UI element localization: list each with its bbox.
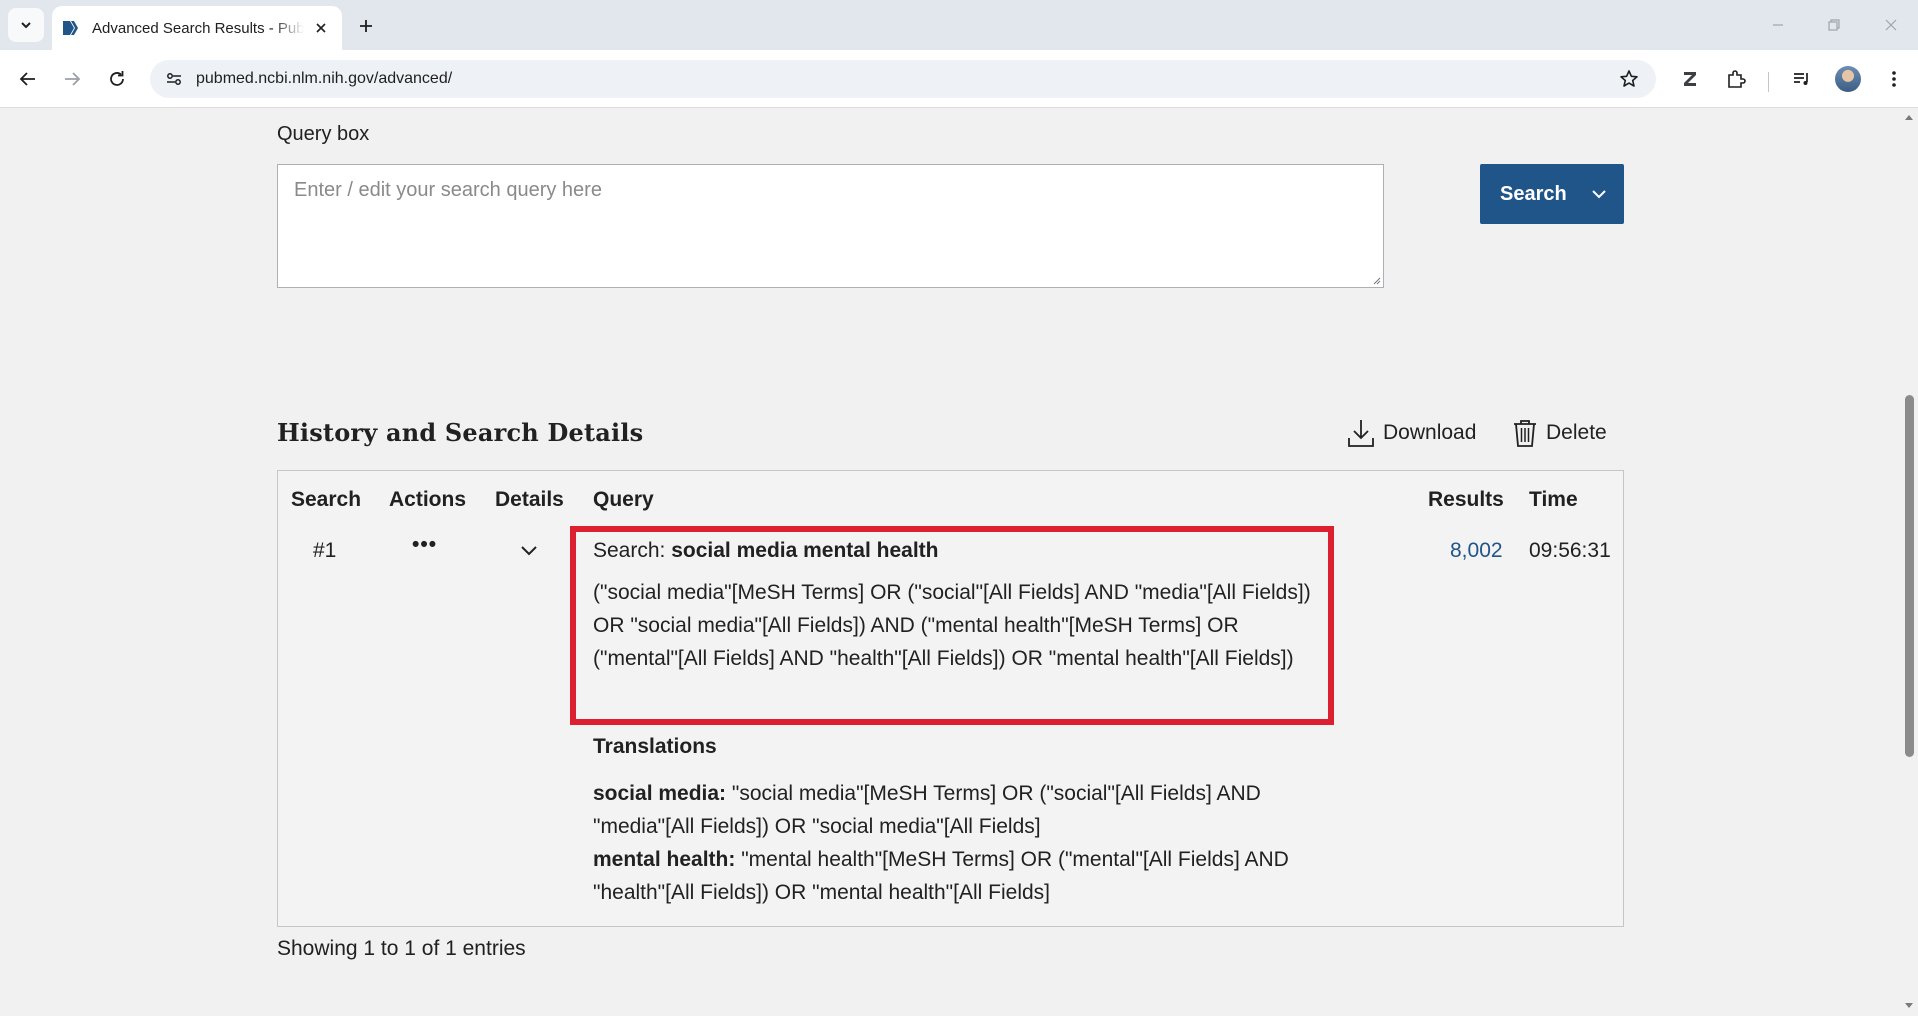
zotero-icon[interactable] [1675, 64, 1705, 94]
minimize-icon [1773, 24, 1783, 26]
search-button[interactable]: Search [1480, 164, 1624, 224]
scrollbar-thumb[interactable] [1905, 395, 1914, 757]
kebab-menu-icon[interactable] [1879, 64, 1909, 94]
column-header-time: Time [1529, 488, 1578, 511]
search-terms: social media mental health [671, 539, 939, 562]
browser-tab-active[interactable]: Advanced Search Results - PubMed [52, 6, 342, 50]
column-header-results: Results [1428, 488, 1504, 511]
minimize-button[interactable] [1758, 10, 1798, 40]
resize-handle-icon[interactable] [1371, 275, 1381, 285]
page-content: Query box Search History and Search Deta… [0, 109, 1900, 1016]
restore-button[interactable] [1814, 10, 1854, 40]
pubmed-favicon-icon [62, 19, 80, 37]
history-table: Search Actions Details Query Results Tim… [277, 470, 1624, 927]
forward-button[interactable] [56, 63, 88, 95]
download-label: Download [1383, 421, 1477, 444]
extensions-icon[interactable] [1721, 64, 1751, 94]
delete-label: Delete [1546, 421, 1607, 444]
query-box-input[interactable] [277, 164, 1384, 288]
translation-item: social media: "social media"[MeSH Terms]… [593, 777, 1313, 843]
translation-term: social media: [593, 782, 727, 805]
tab-title: Advanced Search Results - PubMed [92, 19, 304, 37]
toolbar-separator [1768, 72, 1769, 92]
column-header-search: Search [291, 488, 362, 511]
details-toggle[interactable] [520, 539, 538, 563]
query-string: ("social media"[MeSH Terms] OR ("social"… [593, 581, 1311, 670]
translation-item: mental health: "mental health"[MeSH Term… [593, 843, 1313, 909]
search-time: 09:56:31 [1529, 539, 1611, 562]
history-title: History and Search Details [277, 418, 644, 447]
restore-icon [1828, 19, 1840, 31]
star-icon[interactable] [1614, 64, 1644, 94]
column-header-details: Details [495, 488, 564, 511]
site-info-icon[interactable] [160, 65, 188, 93]
delete-button[interactable]: Delete [1512, 418, 1607, 448]
browser-tabstrip: Advanced Search Results - PubMed [0, 0, 1918, 50]
chevron-down-icon [21, 22, 31, 29]
close-icon [1885, 19, 1897, 31]
reload-button[interactable] [101, 63, 133, 95]
translation-term: mental health: [593, 848, 736, 871]
reload-icon [110, 71, 124, 86]
download-button[interactable]: Download [1347, 418, 1476, 448]
column-header-query: Query [593, 488, 654, 511]
search-prefix: Search: [593, 539, 672, 562]
profile-avatar[interactable] [1835, 66, 1861, 92]
close-icon[interactable] [310, 17, 332, 39]
scroll-down-icon[interactable] [1904, 1002, 1914, 1010]
address-bar[interactable]: pubmed.ncbi.nlm.nih.gov/advanced/ [150, 60, 1656, 98]
ellipsis-icon[interactable]: ••• [412, 533, 437, 557]
search-line: Search: social media mental health [593, 539, 938, 563]
back-arrow-icon [19, 72, 35, 86]
entries-count: Showing 1 to 1 of 1 entries [277, 937, 526, 960]
plus-icon [360, 20, 372, 32]
chevron-down-icon [521, 546, 537, 556]
search-button-label: Search [1500, 182, 1567, 205]
tab-search-button[interactable] [8, 8, 44, 42]
browser-toolbar: pubmed.ncbi.nlm.nih.gov/advanced/ [0, 50, 1918, 108]
new-tab-button[interactable] [352, 12, 380, 40]
query-box-label: Query box [277, 123, 370, 145]
download-icon [1348, 420, 1374, 447]
results-count-link[interactable]: 8,002 [1450, 539, 1503, 563]
chevron-down-icon[interactable] [1591, 189, 1607, 199]
column-header-actions: Actions [389, 488, 467, 511]
url-text[interactable]: pubmed.ncbi.nlm.nih.gov/advanced/ [196, 70, 1614, 88]
table-header: Search Actions Details Query Results Tim… [278, 471, 1623, 527]
trash-icon [1514, 420, 1536, 447]
forward-arrow-icon [65, 72, 81, 86]
back-button[interactable] [12, 63, 44, 95]
translations-heading: Translations [593, 735, 717, 758]
scroll-up-icon[interactable] [1904, 113, 1914, 121]
window-close-button[interactable] [1871, 10, 1911, 40]
page-scrollbar[interactable] [1900, 109, 1918, 1016]
media-control-icon[interactable] [1787, 64, 1817, 94]
translations-list: social media: "social media"[MeSH Terms]… [593, 777, 1313, 909]
search-number: #1 [313, 539, 337, 562]
